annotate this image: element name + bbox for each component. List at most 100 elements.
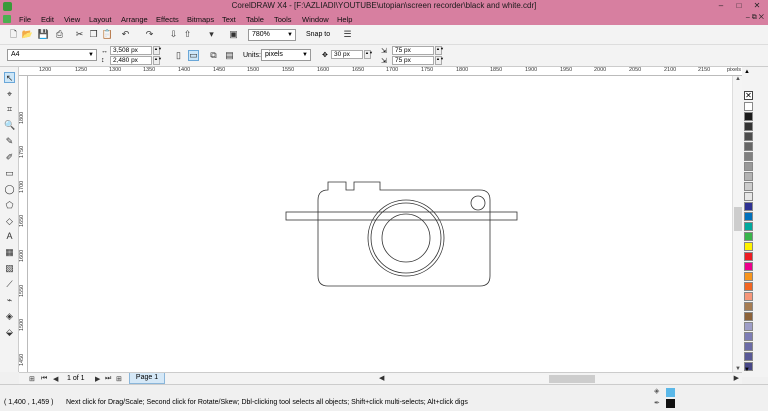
color-swatch[interactable] [744,202,753,211]
color-swatch[interactable] [744,152,753,161]
portrait-icon[interactable]: ▯ [173,50,184,61]
color-swatch[interactable] [744,312,753,321]
color-swatch[interactable] [744,272,753,281]
welcome-screen-icon[interactable]: ▣ [228,29,239,40]
vertical-ruler[interactable]: 1800 1750 1700 1650 1600 1550 1500 1450 [19,76,28,372]
height-spinner[interactable]: ▲▼ [153,56,162,65]
color-swatch[interactable] [744,322,753,331]
landscape-icon[interactable]: ▭ [188,50,199,61]
duplicate-x-spinner[interactable]: ▲▼ [435,46,444,55]
paper-size-dropdown[interactable]: A4 ▼ [7,49,97,61]
export-icon[interactable]: ⇧ [182,29,193,40]
menu-help[interactable]: Help [337,15,352,24]
nudge-distance-field[interactable]: 30 px [331,50,363,59]
add-page-after-icon[interactable]: ⊞ [116,375,122,383]
nudge-spinner[interactable]: ▲▼ [364,50,373,59]
color-swatch[interactable] [744,212,753,221]
paste-icon[interactable]: 📋 [102,29,113,40]
menu-bitmaps[interactable]: Bitmaps [187,15,214,24]
document-icon[interactable] [3,15,11,23]
last-page-icon[interactable]: ⏭ [105,375,111,383]
menu-window[interactable]: Window [302,15,329,24]
print-icon[interactable]: ⎙ [54,29,65,40]
vertical-scroll-thumb[interactable] [734,207,742,231]
cut-icon[interactable]: ✂ [74,29,85,40]
horizontal-ruler[interactable]: 1200 1250 1300 1350 1400 1450 1500 1550 … [19,67,742,76]
current-page-icon[interactable]: ▤ [224,50,235,61]
color-swatch[interactable] [744,302,753,311]
color-swatch[interactable] [744,132,753,141]
add-page-before-icon[interactable]: ⊞ [29,375,35,383]
color-swatch[interactable] [744,292,753,301]
page-tab-1[interactable]: Page 1 [129,373,165,384]
ellipse-tool-icon[interactable]: ◯ [4,184,15,195]
palette-scroll-down-icon[interactable]: ▼ [744,367,750,373]
all-pages-icon[interactable]: ⧉ [208,50,219,61]
menu-table[interactable]: Table [246,15,264,24]
menu-view[interactable]: View [64,15,80,24]
close-button[interactable]: ✕ [748,0,766,12]
polygon-tool-icon[interactable]: ⬠ [4,200,15,211]
color-swatch[interactable] [744,142,753,151]
menu-arrange[interactable]: Arrange [121,15,148,24]
units-dropdown[interactable]: pixels ▼ [261,49,311,61]
no-color-swatch[interactable]: ✕ [744,91,753,100]
vertical-scrollbar[interactable]: ▲ ▼ [732,76,742,372]
interactive-fill-tool-icon[interactable]: ⬙ [4,327,15,338]
drawing-canvas[interactable] [28,76,742,372]
fill-color-indicator[interactable] [666,388,675,397]
color-swatch[interactable] [744,162,753,171]
color-swatch[interactable] [744,242,753,251]
smart-fill-tool-icon[interactable]: ✐ [4,152,15,163]
zoom-tool-icon[interactable]: 🔍 [4,120,15,131]
color-swatch[interactable] [744,122,753,131]
horizontal-scroll-thumb[interactable] [549,375,595,383]
scroll-left-icon[interactable]: ◀ [379,374,384,382]
eyedropper-tool-icon[interactable]: ⟋ [4,279,15,290]
maximize-button[interactable]: □ [730,0,748,12]
page-width-field[interactable]: 3,508 px [110,46,152,55]
next-page-icon[interactable]: ▶ [95,375,100,383]
outline-tool-icon[interactable]: ⌁ [4,295,15,306]
color-swatch[interactable] [744,222,753,231]
color-swatch[interactable] [744,102,753,111]
rectangle-tool-icon[interactable]: ▭ [4,168,15,179]
color-swatch[interactable] [744,232,753,241]
duplicate-x-field[interactable]: 75 px [392,46,434,55]
table-tool-icon[interactable]: ▦ [4,247,15,258]
color-swatch[interactable] [744,332,753,341]
save-icon[interactable]: 💾 [38,29,49,40]
text-tool-icon[interactable]: A [4,231,15,242]
pick-tool-icon[interactable]: ↖ [4,72,15,83]
zoom-level-dropdown[interactable]: 780% ▼ [248,29,296,41]
interactive-tool-icon[interactable]: ▧ [4,263,15,274]
duplicate-y-field[interactable]: 75 px [392,56,434,65]
menu-edit[interactable]: Edit [41,15,54,24]
open-icon[interactable]: 📂 [22,29,33,40]
outline-color-indicator[interactable] [666,399,675,408]
snap-to-button[interactable]: Snap to [306,31,330,38]
width-spinner[interactable]: ▲▼ [153,46,162,55]
page-height-field[interactable]: 2,480 px [110,56,152,65]
crop-tool-icon[interactable]: ⌗ [4,104,15,115]
freehand-tool-icon[interactable]: ✎ [4,136,15,147]
color-swatch[interactable] [744,342,753,351]
color-swatch[interactable] [744,282,753,291]
fill-tool-icon[interactable]: ◈ [4,311,15,322]
menu-effects[interactable]: Effects [156,15,179,24]
horizontal-scrollbar[interactable]: ◀ ▶ [379,375,739,383]
previous-page-icon[interactable]: ◀ [53,375,58,383]
color-swatch[interactable] [744,172,753,181]
color-swatch[interactable] [744,262,753,271]
document-window-controls[interactable]: – ⧉ ✕ [746,14,764,22]
color-swatch[interactable] [744,352,753,361]
options-icon[interactable]: ☰ [342,29,353,40]
menu-file[interactable]: File [19,15,31,24]
new-document-icon[interactable]: 🗋 [8,29,19,40]
application-launcher-icon[interactable]: ▾ [206,29,217,40]
scroll-right-icon[interactable]: ▶ [734,374,739,382]
import-icon[interactable]: ⇩ [168,29,179,40]
color-swatch[interactable] [744,182,753,191]
camera-drawing[interactable] [28,76,742,372]
minimize-button[interactable]: – [712,0,730,12]
